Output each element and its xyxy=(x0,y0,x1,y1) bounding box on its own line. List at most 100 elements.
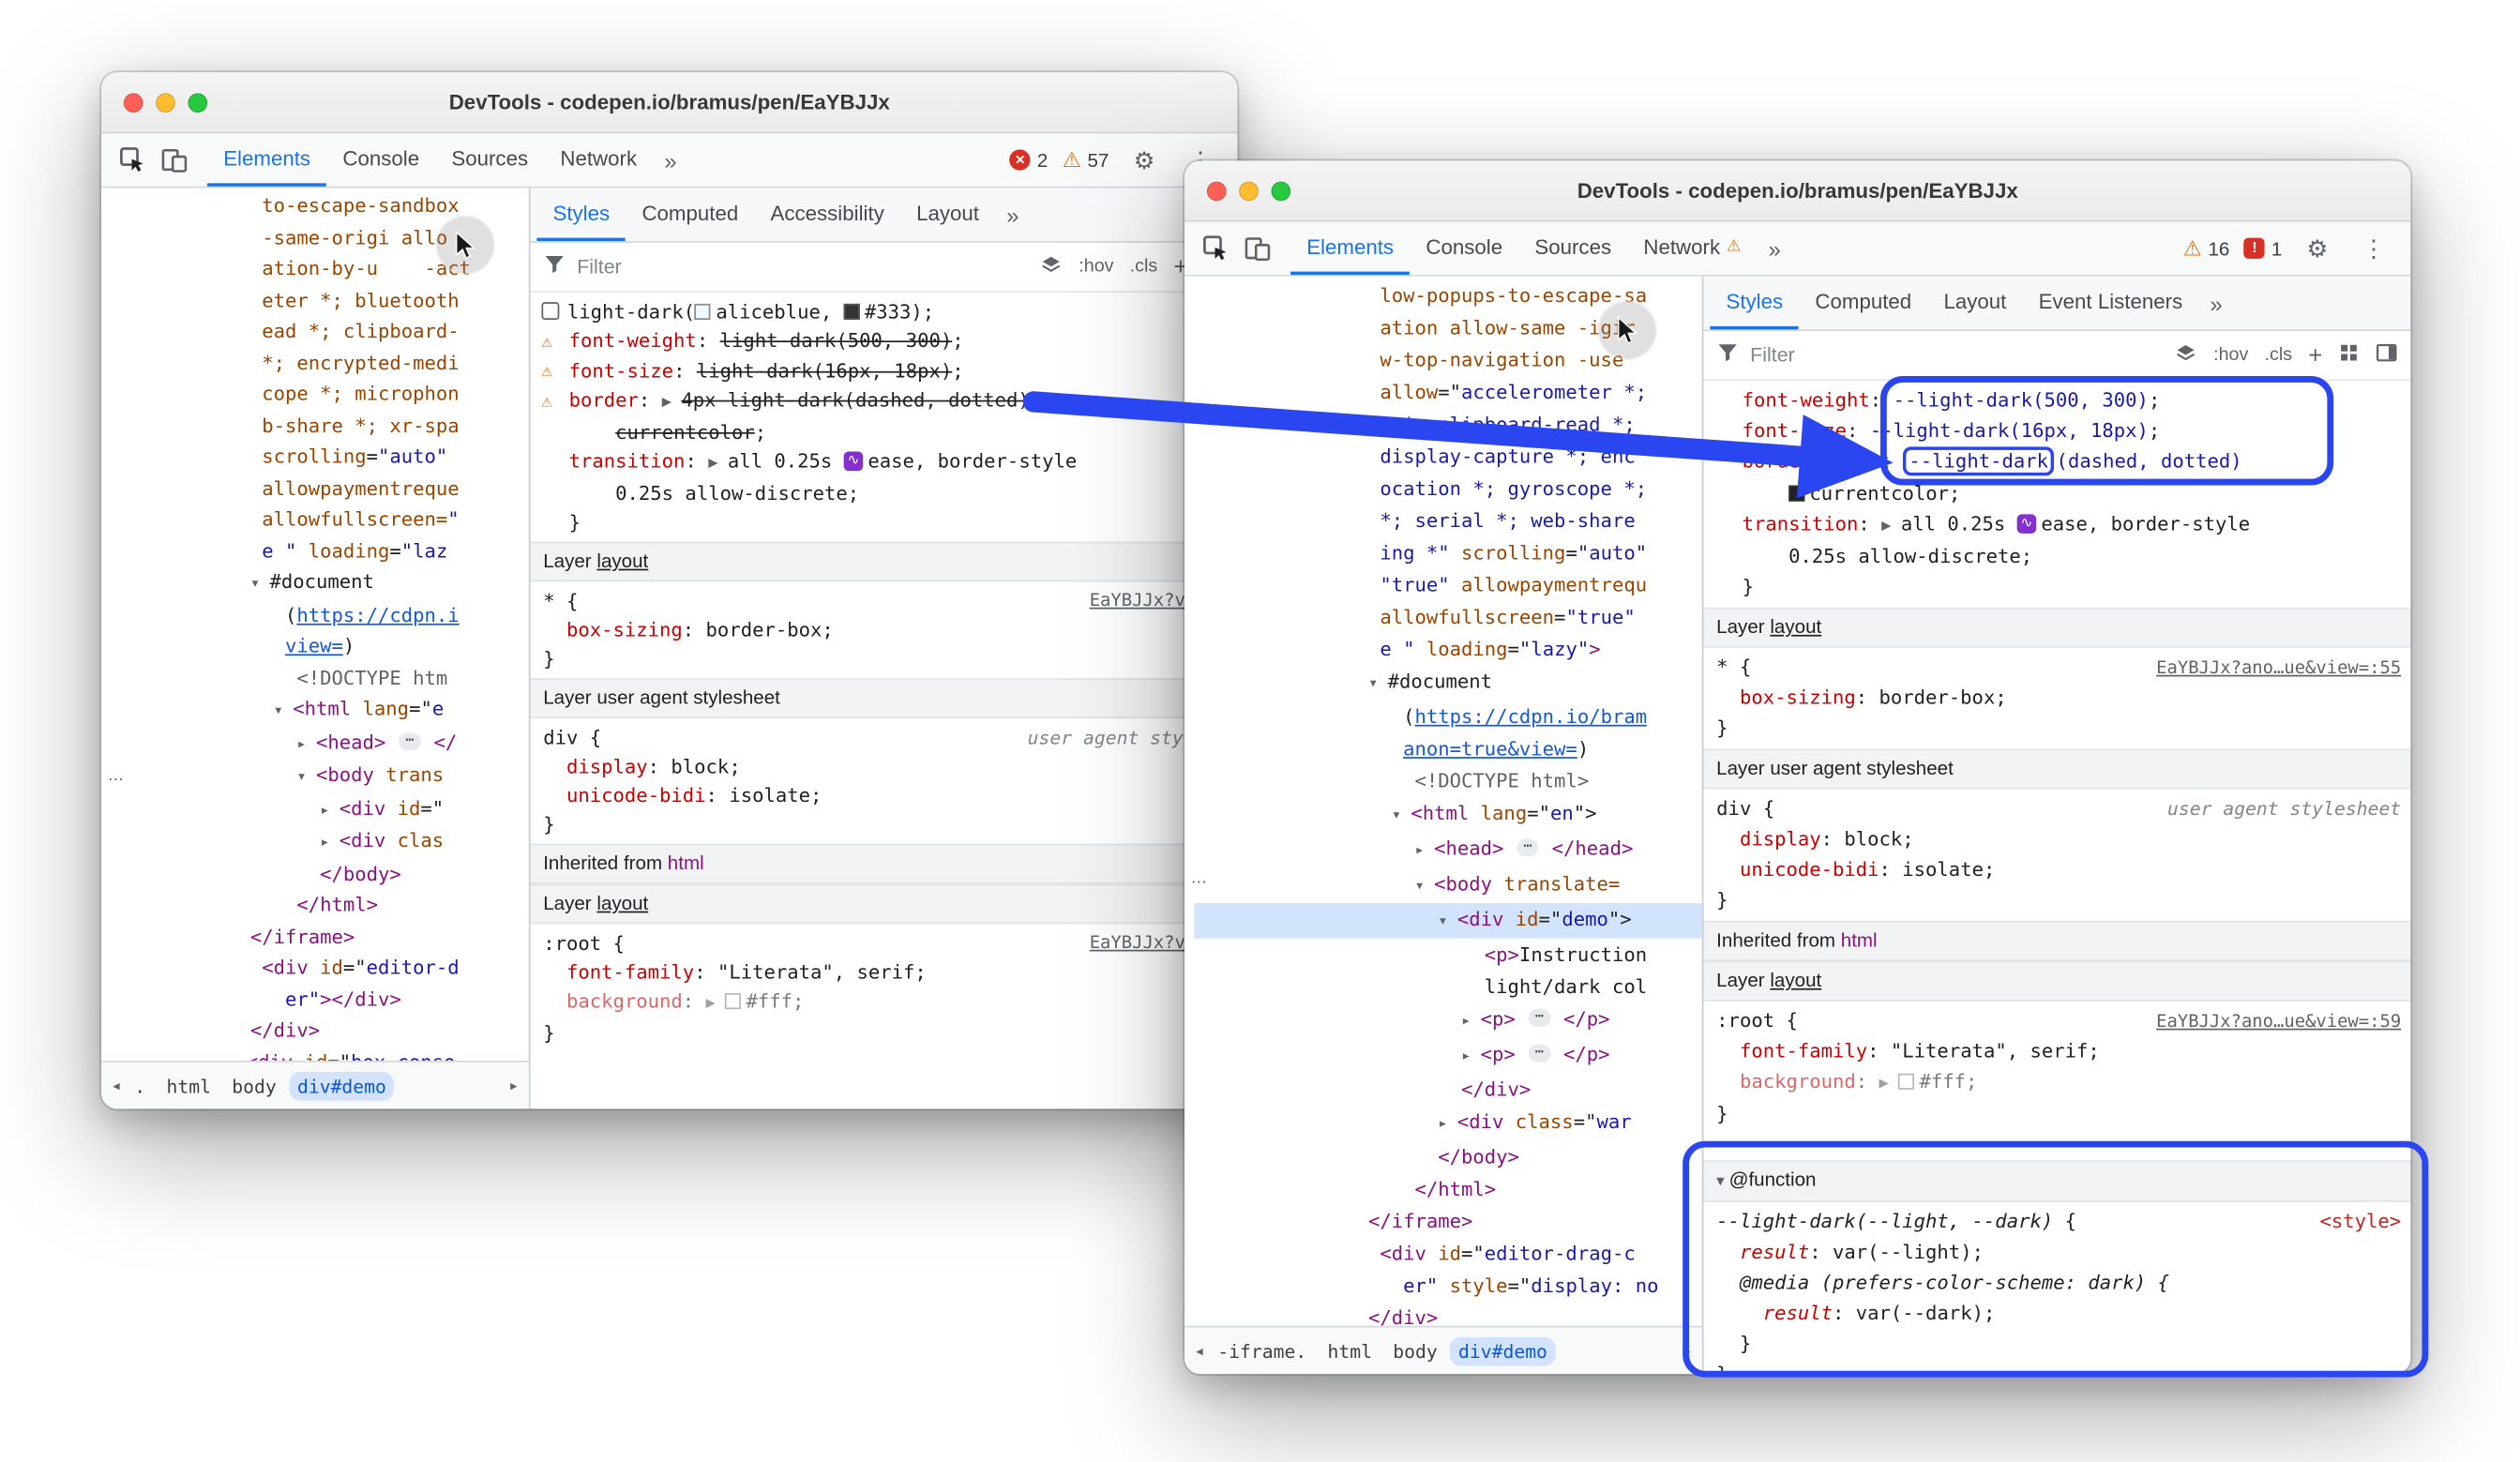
tree-node[interactable]: cope *; microphon xyxy=(111,379,529,410)
rule-source-link[interactable]: EaYBJJx?ano…ue&view=:59 xyxy=(2156,1006,2401,1037)
tree-node[interactable]: low-popups-to-escape-sa xyxy=(1194,279,1702,311)
tree-node[interactable]: ▸ <head> ⋯ </head> xyxy=(1194,833,1702,868)
toggle-element-state-button[interactable]: :hov xyxy=(1079,257,1113,277)
grid-icon[interactable] xyxy=(2338,342,2359,368)
text-segment[interactable]: layout xyxy=(596,892,648,914)
tree-node[interactable]: </div> xyxy=(1194,1302,1702,1326)
issues-badge[interactable]: ! 1 xyxy=(2244,237,2283,260)
text-segment[interactable]: https://cdpn.io/bram xyxy=(1414,705,1647,728)
tree-node[interactable]: </html> xyxy=(1194,1173,1702,1205)
device-toolbar-icon[interactable] xyxy=(153,141,195,179)
more-sidebar-tabs-icon[interactable]: » xyxy=(995,202,1030,227)
tree-node[interactable]: ▸ <div class="war xyxy=(1194,1106,1702,1141)
device-toolbar-icon[interactable] xyxy=(1236,229,1278,267)
kebab-menu-icon[interactable]: ⋮ xyxy=(2353,229,2395,267)
close-button[interactable] xyxy=(1207,182,1227,202)
tree-node[interactable]: <!DOCTYPE html> xyxy=(1194,765,1702,797)
breadcrumb-item-body[interactable]: body xyxy=(224,1071,285,1100)
overflow-ellipsis-button[interactable]: ⋯ xyxy=(1187,874,1210,892)
breadcrumb-item-html[interactable]: html xyxy=(158,1071,219,1100)
titlebar[interactable]: DevTools - codepen.io/bramus/pen/EaYBJJx xyxy=(101,72,1238,133)
element-classes-button[interactable]: .cls xyxy=(2265,345,2293,365)
tree-node[interactable]: ▸ <div clas xyxy=(111,826,529,859)
tree-node[interactable]: allowfullscreen=" xyxy=(111,505,529,535)
tab-sources[interactable]: Sources xyxy=(435,133,544,187)
titlebar[interactable]: DevTools - codepen.io/bramus/pen/EaYBJJx xyxy=(1185,160,2411,221)
tree-node[interactable]: (https://cdpn.io/bram xyxy=(1194,701,1702,732)
text-segment[interactable]: layout xyxy=(1770,615,1821,638)
tree-node[interactable]: w-top-navigation -use xyxy=(1194,344,1702,376)
tree-node[interactable]: ation-by-u -act xyxy=(111,254,529,285)
text-segment[interactable]: view= xyxy=(285,635,343,657)
tree-node[interactable]: ▾ #document xyxy=(111,567,529,600)
tab-accessibility[interactable]: Accessibility xyxy=(754,188,900,241)
tree-node[interactable]: ocation *; gyroscope *; xyxy=(1194,473,1702,505)
minimize-button[interactable] xyxy=(1239,182,1259,202)
tree-node[interactable]: </body> xyxy=(1194,1141,1702,1173)
breadcrumb-item-div#demo[interactable]: div#demo xyxy=(1450,1336,1555,1365)
tree-node[interactable]: ▸ <div id=" xyxy=(111,793,529,826)
tree-node[interactable]: </iframe> xyxy=(111,922,529,953)
tree-node[interactable]: </div> xyxy=(1194,1074,1702,1106)
tree-node[interactable]: allowfullscreen="true" xyxy=(1194,601,1702,633)
tab-console[interactable]: Console xyxy=(1410,221,1518,275)
more-panels-icon[interactable]: » xyxy=(653,147,687,173)
tree-node[interactable]: ▸ <p> ⋯ </p> xyxy=(1194,1002,1702,1038)
tree-node[interactable]: b-share *; xr-spa xyxy=(111,411,529,442)
tree-node[interactable]: allowpaymentreque xyxy=(111,474,529,505)
zoom-button[interactable] xyxy=(188,93,207,113)
tab-computed[interactable]: Computed xyxy=(626,188,754,241)
text-segment[interactable]: https://cdpn.i xyxy=(296,603,459,625)
text-segment[interactable]: anon=true&view= xyxy=(1403,738,1577,761)
tab-network[interactable]: Network xyxy=(544,133,653,187)
zoom-button[interactable] xyxy=(1271,182,1290,202)
tab-layout[interactable]: Layout xyxy=(900,188,995,241)
toggle-element-state-button[interactable]: :hov xyxy=(2213,345,2248,365)
tree-node[interactable]: ▸ <head> ⋯ </ xyxy=(111,727,529,760)
more-sidebar-tabs-icon[interactable]: » xyxy=(2198,290,2233,315)
tree-node[interactable]: <!DOCTYPE htm xyxy=(111,663,529,694)
breadcrumb-item-iframe.[interactable]: -iframe. xyxy=(1210,1336,1315,1365)
element-classes-button[interactable]: .cls xyxy=(1130,257,1158,277)
tree-node[interactable]: light/dark col xyxy=(1194,971,1702,1002)
breadcrumb-scroll-right-icon[interactable]: ▸ xyxy=(504,1075,524,1095)
checkbox-icon[interactable] xyxy=(542,302,560,320)
tree-node[interactable]: e " loading="lazy"> xyxy=(1194,633,1702,665)
tree-node[interactable]: <div id="editor-drag-c xyxy=(1194,1238,1702,1270)
breadcrumb-item-html[interactable]: html xyxy=(1320,1336,1381,1365)
breadcrumb-item-body[interactable]: body xyxy=(1385,1336,1446,1365)
breadcrumb-scroll-left-icon[interactable]: ◂ xyxy=(106,1075,127,1095)
close-button[interactable] xyxy=(124,93,143,113)
console-warnings-badge[interactable]: ⚠ 57 xyxy=(1063,147,1109,173)
tab-event-listeners[interactable]: Event Listeners xyxy=(2023,277,2199,330)
tab-styles[interactable]: Styles xyxy=(536,188,626,241)
tree-node[interactable]: (https://cdpn.i xyxy=(111,600,529,631)
tree-node[interactable]: ▾ <div id="demo"> xyxy=(1194,903,1702,939)
tree-node[interactable]: a *; clipboard-read *; xyxy=(1194,408,1702,440)
tab-sources[interactable]: Sources xyxy=(1518,221,1627,275)
style-source-link[interactable]: <style> xyxy=(2320,1207,2402,1238)
tree-node[interactable]: *; serial *; web-share xyxy=(1194,505,1702,536)
tree-node[interactable]: anon=true&view=) xyxy=(1194,732,1702,764)
tree-node[interactable]: scrolling="auto" xyxy=(111,442,529,473)
tree-node[interactable]: <p>Instruction xyxy=(1194,939,1702,971)
tree-node[interactable]: </body> xyxy=(111,859,529,890)
console-errors-badge[interactable]: ✕ 2 xyxy=(1010,149,1049,172)
tree-node[interactable]: ▾ <html lang="e xyxy=(111,694,529,727)
inspect-element-icon[interactable] xyxy=(111,141,153,179)
text-segment[interactable]: layout xyxy=(1770,969,1821,991)
tree-node[interactable]: display-capture *; enc xyxy=(1194,441,1702,473)
tree-node[interactable]: ▾ <html lang="en"> xyxy=(1194,797,1702,833)
inspect-element-icon[interactable] xyxy=(1194,229,1236,267)
settings-gear-icon[interactable]: ⚙ xyxy=(1124,141,1166,179)
tab-network[interactable]: Network⚠ xyxy=(1627,221,1757,275)
tree-node[interactable]: <div id="editor-d xyxy=(111,953,529,984)
text-segment[interactable]: layout xyxy=(596,550,648,572)
layers-icon[interactable] xyxy=(2175,341,2197,369)
tree-node[interactable]: er" style="display: no xyxy=(1194,1270,1702,1302)
tree-node[interactable]: </div> xyxy=(111,1016,529,1047)
tree-node[interactable]: view=) xyxy=(111,631,529,662)
tree-node[interactable]: e " loading="laz xyxy=(111,536,529,567)
tree-node[interactable]: ▾ <body trans xyxy=(111,761,529,793)
styles-filter-input[interactable]: Filter xyxy=(1750,344,1795,367)
